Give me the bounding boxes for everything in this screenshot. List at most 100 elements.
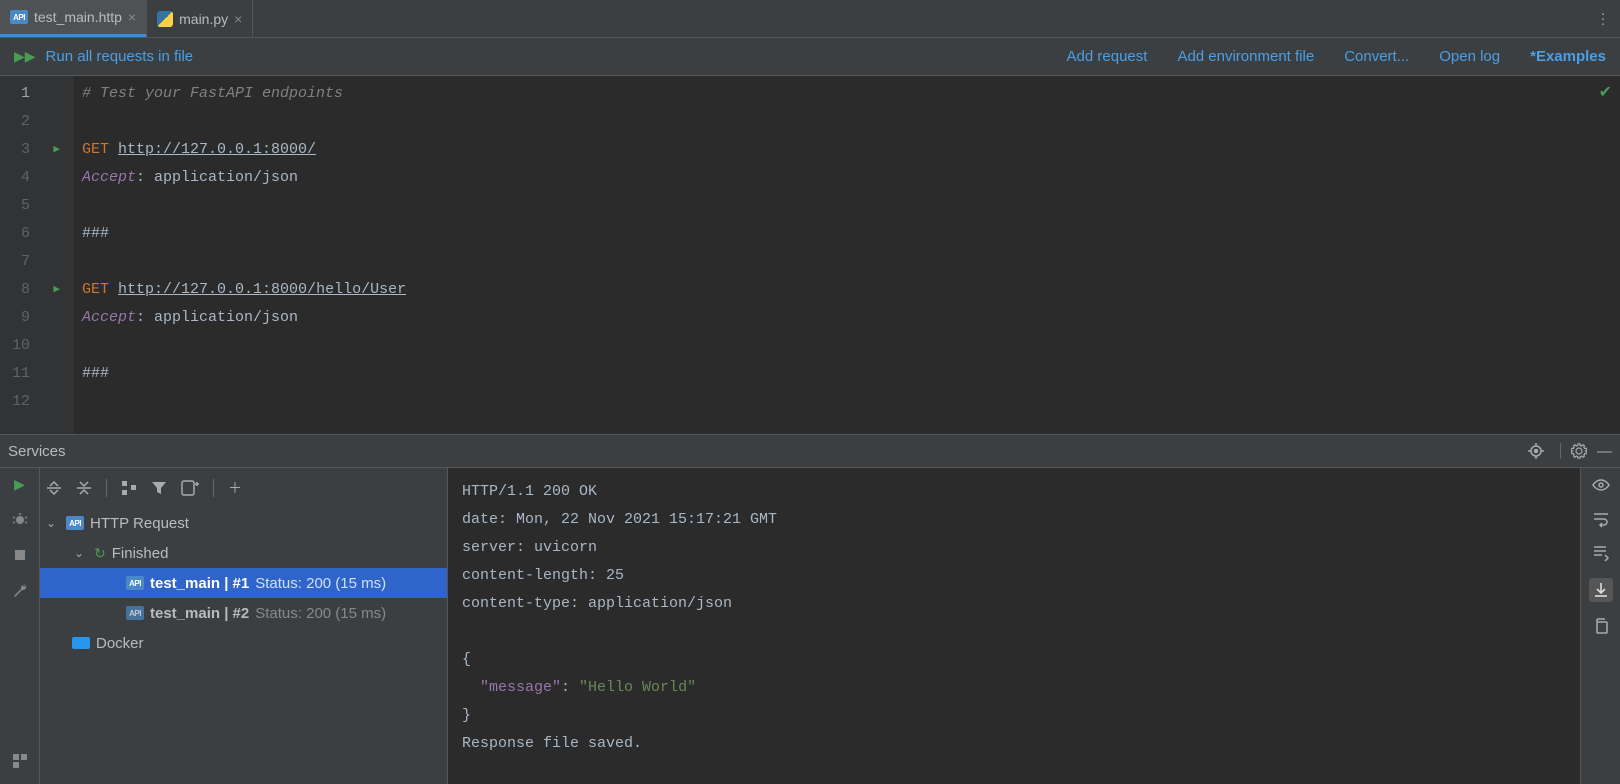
layout-icon[interactable] bbox=[12, 753, 28, 772]
services-panel: ▶ ＋ ⌄ API HTTP Request ⌄ ↻ Finishe bbox=[0, 468, 1620, 784]
tree-label: test_main | #2 bbox=[150, 605, 249, 622]
convert-link[interactable]: Convert... bbox=[1344, 48, 1409, 65]
response-header: content-length: 25 bbox=[462, 567, 624, 584]
tree-row-request-1[interactable]: API test_main | #1 Status: 200 (15 ms) bbox=[40, 568, 447, 598]
run-icon[interactable]: ▶ bbox=[14, 476, 25, 493]
add-env-link[interactable]: Add environment file bbox=[1177, 48, 1314, 65]
copy-icon[interactable] bbox=[1593, 618, 1609, 634]
tree-label: test_main | #1 bbox=[150, 575, 249, 592]
url: http://127.0.0.1:8000/hello/User bbox=[118, 281, 406, 298]
examples-link[interactable]: *Examples bbox=[1530, 48, 1606, 65]
python-icon bbox=[157, 11, 173, 27]
url: http://127.0.0.1:8000/ bbox=[118, 141, 316, 158]
more-icon[interactable]: ⋮ bbox=[1596, 10, 1610, 27]
editor-tabs: API test_main.http × main.py × ⋮ bbox=[0, 0, 1620, 38]
response-header: server: uvicorn bbox=[462, 539, 597, 556]
header-value: application/json bbox=[154, 169, 298, 186]
stop-icon[interactable] bbox=[13, 548, 27, 565]
line-number: 5 bbox=[0, 192, 74, 220]
api-icon: API bbox=[66, 516, 84, 530]
status-badge: Status: 200 (15 ms) bbox=[255, 605, 386, 622]
line-number: 10 bbox=[0, 332, 74, 360]
line-number: 3▶ bbox=[0, 136, 74, 164]
services-tree-column: ＋ ⌄ API HTTP Request ⌄ ↻ Finished API te… bbox=[40, 468, 448, 784]
separator: ### bbox=[82, 225, 109, 242]
wrench-icon[interactable] bbox=[12, 583, 28, 602]
close-icon[interactable]: × bbox=[128, 9, 136, 25]
reload-icon: ↻ bbox=[94, 545, 106, 562]
tree-label: Finished bbox=[112, 545, 169, 562]
services-panel-header: Services — bbox=[0, 434, 1620, 468]
line-number: 8▶ bbox=[0, 276, 74, 304]
inspection-ok-icon[interactable]: ✔ bbox=[1599, 82, 1612, 102]
json-key: "message" bbox=[480, 679, 561, 696]
api-icon: API bbox=[10, 10, 28, 24]
header-name: Accept bbox=[82, 169, 136, 186]
tab-main-py[interactable]: main.py × bbox=[147, 0, 253, 37]
services-tree: ⌄ API HTTP Request ⌄ ↻ Finished API test… bbox=[40, 508, 447, 784]
expand-all-icon[interactable] bbox=[46, 480, 62, 496]
http-toolbar: ▶▶ Run all requests in file Add request … bbox=[0, 38, 1620, 76]
line-number: 9 bbox=[0, 304, 74, 332]
editor[interactable]: 1 2 3▶ 4 5 6 7 8▶ 9 10 11 12 # Test your… bbox=[0, 76, 1620, 434]
wrap-icon[interactable] bbox=[1592, 510, 1610, 528]
group-icon[interactable] bbox=[121, 480, 137, 496]
json-close: } bbox=[462, 707, 471, 724]
gear-icon[interactable] bbox=[1560, 443, 1587, 459]
close-icon[interactable]: × bbox=[234, 11, 242, 27]
line-number: 12 bbox=[0, 388, 74, 416]
status-line: HTTP/1.1 200 OK bbox=[462, 483, 597, 500]
separator: ### bbox=[82, 365, 109, 382]
line-number: 6 bbox=[0, 220, 74, 248]
response-viewer[interactable]: HTTP/1.1 200 OK date: Mon, 22 Nov 2021 1… bbox=[448, 468, 1580, 784]
line-number: 2 bbox=[0, 108, 74, 136]
json-value: "Hello World" bbox=[579, 679, 696, 696]
line-number: 4 bbox=[0, 164, 74, 192]
collapse-all-icon[interactable] bbox=[76, 480, 92, 496]
tree-label: Docker bbox=[96, 635, 144, 652]
new-query-icon[interactable] bbox=[181, 480, 199, 496]
services-right-toolbar bbox=[1580, 468, 1620, 784]
json-open: { bbox=[462, 651, 471, 668]
scroll-icon[interactable] bbox=[1592, 544, 1610, 562]
target-icon[interactable] bbox=[1528, 443, 1544, 459]
docker-icon bbox=[72, 637, 90, 649]
open-log-link[interactable]: Open log bbox=[1439, 48, 1500, 65]
code-content[interactable]: # Test your FastAPI endpoints GET http:/… bbox=[74, 76, 1620, 434]
tree-row-http-request[interactable]: ⌄ API HTTP Request bbox=[40, 508, 447, 538]
services-title: Services bbox=[8, 443, 1518, 460]
tree-row-request-2[interactable]: API test_main | #2 Status: 200 (15 ms) bbox=[40, 598, 447, 628]
minimize-icon[interactable]: — bbox=[1597, 443, 1612, 460]
gutter: 1 2 3▶ 4 5 6 7 8▶ 9 10 11 12 bbox=[0, 76, 74, 434]
bug-icon[interactable] bbox=[12, 511, 28, 530]
eye-icon[interactable] bbox=[1592, 476, 1610, 494]
header-value: application/json bbox=[154, 309, 298, 326]
run-all-button[interactable]: Run all requests in file bbox=[46, 48, 194, 65]
chevron-down-icon[interactable]: ⌄ bbox=[46, 516, 60, 530]
api-icon: API bbox=[126, 606, 144, 620]
line-number: 7 bbox=[0, 248, 74, 276]
http-method: GET bbox=[82, 281, 109, 298]
tree-row-docker[interactable]: Docker bbox=[40, 628, 447, 658]
response-header: content-type: application/json bbox=[462, 595, 732, 612]
tab-label: main.py bbox=[179, 11, 228, 27]
download-icon[interactable] bbox=[1589, 578, 1613, 602]
tab-label: test_main.http bbox=[34, 9, 122, 25]
response-saved: Response file saved. bbox=[462, 735, 642, 752]
add-icon[interactable]: ＋ bbox=[228, 478, 242, 498]
run-marker-icon[interactable]: ▶ bbox=[53, 276, 60, 304]
api-icon: API bbox=[126, 576, 144, 590]
services-tree-toolbar: ＋ bbox=[40, 468, 447, 508]
add-request-link[interactable]: Add request bbox=[1067, 48, 1148, 65]
response-header: date: Mon, 22 Nov 2021 15:17:21 GMT bbox=[462, 511, 777, 528]
http-method: GET bbox=[82, 141, 109, 158]
header-name: Accept bbox=[82, 309, 136, 326]
chevron-down-icon[interactable]: ⌄ bbox=[74, 546, 88, 560]
run-all-icon[interactable]: ▶▶ bbox=[14, 48, 36, 65]
services-left-toolbar: ▶ bbox=[0, 468, 40, 784]
tab-test-main-http[interactable]: API test_main.http × bbox=[0, 0, 147, 37]
run-marker-icon[interactable]: ▶ bbox=[53, 136, 60, 164]
tree-row-finished[interactable]: ⌄ ↻ Finished bbox=[40, 538, 447, 568]
line-number: 11 bbox=[0, 360, 74, 388]
filter-icon[interactable] bbox=[151, 480, 167, 496]
